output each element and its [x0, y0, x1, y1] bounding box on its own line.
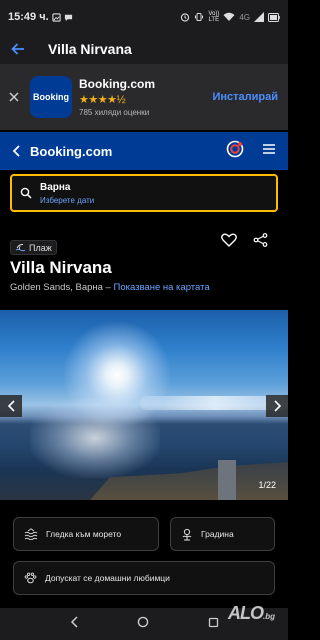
amenity-label: Градина — [201, 529, 234, 539]
booking-app-logo: Booking — [30, 76, 72, 118]
signal-icon — [254, 12, 264, 22]
review-count: 785 хиляди оценки — [79, 108, 150, 117]
destination-value[interactable]: Варна — [40, 182, 94, 193]
badge-label: Плаж — [29, 242, 52, 253]
hamburger-menu-icon — [263, 144, 275, 154]
next-photo-button[interactable] — [266, 395, 288, 417]
back-button[interactable] — [0, 43, 36, 55]
booking-logo-text: Booking — [33, 92, 69, 102]
booking-header: Booking.com — [0, 132, 288, 170]
chevron-left-icon — [70, 616, 78, 628]
app-name: Booking.com — [79, 77, 156, 91]
amenity-label: Допускат се домашни любимци — [45, 573, 170, 583]
booking-brand[interactable]: Booking.com — [30, 144, 112, 159]
watermark-brand: ALO — [228, 603, 264, 623]
sea-view-icon — [24, 528, 38, 540]
image-notification-icon — [52, 12, 61, 22]
search-icon — [20, 187, 32, 199]
header-back-button[interactable] — [4, 145, 28, 157]
star-rating: ★★★★½ — [79, 94, 126, 106]
share-button[interactable] — [253, 233, 268, 252]
chevron-right-icon — [273, 400, 281, 412]
app-bar: Villa Nirvana — [0, 34, 288, 64]
battery-icon — [268, 12, 280, 22]
page-title: Villa Nirvana — [48, 41, 132, 57]
heart-icon — [221, 233, 237, 247]
system-home-button[interactable] — [137, 615, 149, 633]
amenity-sea-view[interactable]: Гледка към морето — [13, 517, 159, 551]
amenity-pets-allowed[interactable]: Допускат се домашни любимци — [13, 561, 275, 595]
account-icon — [226, 140, 244, 157]
system-recents-button[interactable] — [208, 615, 219, 633]
save-favorite-button[interactable] — [221, 233, 237, 252]
close-icon — [9, 92, 19, 102]
property-header: Варна Изберете дати Плаж Villa Nirvana G… — [0, 170, 288, 310]
arrow-left-icon — [11, 43, 24, 55]
hotel-photo[interactable]: 1/22 — [0, 310, 288, 500]
wifi-icon — [223, 12, 235, 21]
garden-icon — [182, 528, 192, 540]
alarm-icon — [181, 13, 190, 22]
show-map-link[interactable]: Показване на картата — [113, 282, 209, 293]
volte-indicator: Vo)) LTE — [208, 11, 220, 23]
menu-button[interactable] — [262, 142, 276, 160]
hotel-name: Villa Nirvana — [10, 258, 112, 277]
hotel-location: Golden Sands, Варна – Показване на карта… — [10, 282, 210, 293]
location-text: Golden Sands, Варна — [10, 282, 103, 293]
amenity-garden[interactable]: Градина — [170, 517, 275, 551]
vibrate-icon — [195, 13, 204, 21]
pet-paw-icon — [24, 572, 37, 584]
amenity-label: Гледка към морето — [46, 529, 122, 539]
install-button[interactable]: Инсталирай — [212, 91, 278, 103]
share-icon — [253, 233, 268, 247]
location-separator: – — [102, 282, 114, 293]
search-box[interactable]: Варна Изберете дати — [10, 174, 278, 212]
chevron-left-icon — [12, 145, 20, 157]
chevron-left-icon — [7, 400, 15, 412]
status-time: 15:49 ч. — [8, 11, 49, 23]
photo-counter: 1/22 — [258, 480, 276, 490]
account-button[interactable] — [226, 140, 244, 163]
dates-field[interactable]: Изберете дати — [40, 196, 94, 205]
watermark-suffix: .bg — [263, 612, 275, 621]
status-bar: 15:49 ч. Vo)) LTE 4G — [0, 0, 288, 34]
sea-reflection — [30, 398, 160, 478]
network-type: 4G — [239, 12, 250, 22]
alo-watermark: ALO.bg — [228, 603, 275, 624]
beach-badge: Плаж — [10, 240, 57, 255]
app-install-banner: Booking Booking.com ★★★★½ 785 хиляди оце… — [0, 64, 288, 130]
home-circle-icon — [137, 616, 148, 628]
recents-square-icon — [208, 617, 218, 628]
building — [218, 460, 236, 500]
beach-icon — [15, 243, 26, 252]
dismiss-banner-button[interactable] — [0, 92, 28, 102]
system-back-button[interactable] — [70, 615, 78, 633]
previous-photo-button[interactable] — [0, 395, 22, 417]
chat-notification-icon — [64, 14, 72, 21]
